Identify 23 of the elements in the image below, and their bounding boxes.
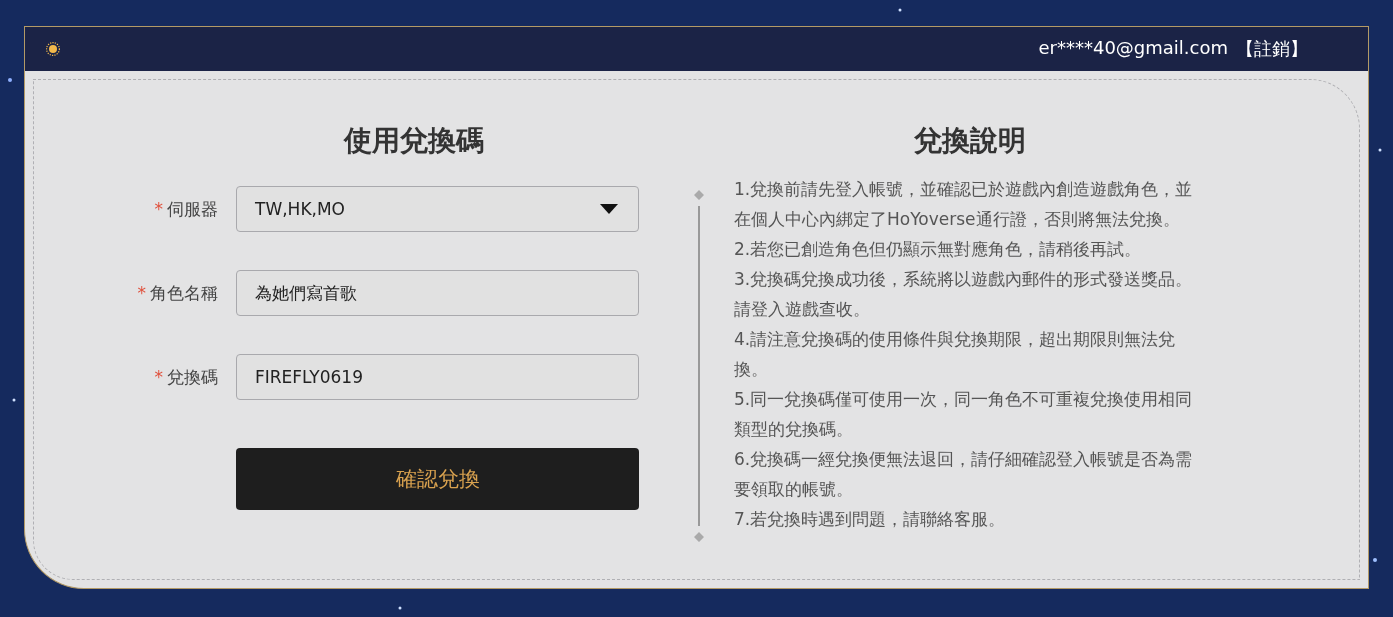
server-dropdown[interactable]: TW,HK,MO [236,186,639,232]
instruction-text: 6.兌換碼一經兌換便無法退回，請仔細確認登入帳號是否為需要領取的帳號。 [734,448,1194,501]
required-mark: * [154,366,163,387]
account-email: er****40@gmail.com [1038,37,1228,60]
confirm-button[interactable]: 確認兌換 [236,448,639,510]
logout-link[interactable]: 【註銷】 [1236,37,1308,61]
sun-icon [45,41,61,57]
section-title: 使用兌換碼 [342,123,485,159]
caret-icon [600,204,618,214]
required-mark: * [137,282,146,303]
field-label: 兌換碼 [167,366,218,387]
instruction-text: 2.若您已創造角色但仍顯示無對應角色，請稍後再試。 [734,238,1143,261]
field-label: 伺服器 [167,198,218,219]
instruction-text: 5.同一兌換碼僅可使用一次，同一角色不可重複兌換使用相同類型的兌換碼。 [734,388,1194,441]
instruction-text: 7.若兌換時遇到問題，請聯絡客服。 [734,508,1007,531]
input-field[interactable]: 為她們寫首歌 [236,270,639,316]
input-field[interactable]: FIREFLY0619 [236,354,639,400]
required-mark: * [154,198,163,219]
instruction-text: 3.兌換碼兌換成功後，系統將以遊戲內郵件的形式發送獎品。請登入遊戲查收。 [734,268,1194,321]
field-label: 角色名稱 [150,282,218,303]
section-title: 兌換說明 [913,123,1027,159]
instruction-text: 1.兌換前請先登入帳號，並確認已於遊戲內創造遊戲角色，並在個人中心內綁定了HoYoverse通行證，否則將無法兌換。 [734,178,1194,231]
instruction-text: 4.請注意兌換碼的使用條件與兌換期限，超出期限則無法兌換。 [734,328,1177,381]
